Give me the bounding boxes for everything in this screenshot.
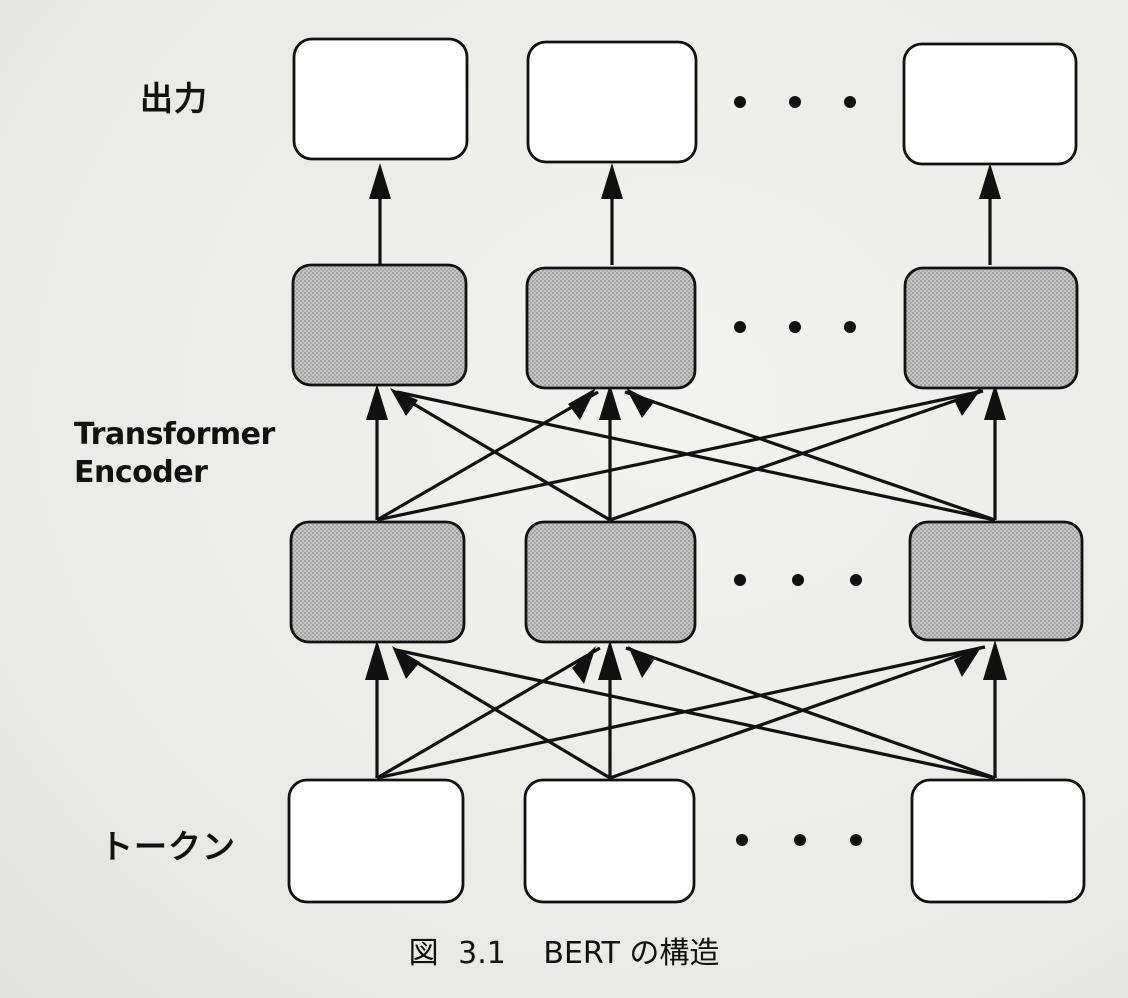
arrowhead-icon xyxy=(598,640,622,680)
diagram-page: 出力 Transformer Encoder トークン 図 3.1 BERT の… xyxy=(0,0,1128,998)
ellipsis-dot-icon xyxy=(734,574,746,586)
output-label: 出力 xyxy=(140,79,208,118)
caption-title: BERT の構造 xyxy=(543,936,720,971)
ellipsis-dot-icon xyxy=(792,574,804,586)
transformer-encoder-label: Transformer Encoder xyxy=(74,416,275,492)
edge-t2-e1c xyxy=(609,646,981,780)
edge-e1b-e2c xyxy=(609,390,981,522)
encoder-1-box-1 xyxy=(289,520,466,644)
encoder-2-box-2 xyxy=(525,266,697,390)
output-box-1 xyxy=(292,37,469,161)
caption-number: 3.1 xyxy=(458,936,506,971)
token-label: トークン xyxy=(100,827,236,866)
figure-caption: 図 3.1 BERT の構造 xyxy=(0,928,1128,972)
ellipsis-dot-icon xyxy=(794,834,806,846)
encoder-1-box-n xyxy=(908,520,1084,642)
arrowhead-icon xyxy=(601,163,623,199)
token-box-1 xyxy=(287,778,465,904)
ellipsis-dot-icon xyxy=(736,834,748,846)
arrowhead-icon xyxy=(365,640,389,680)
arrowhead-icon xyxy=(626,388,654,418)
connections-encoder2-to-output xyxy=(369,163,1001,265)
arrowhead-icon xyxy=(572,646,596,684)
output-box-2 xyxy=(526,40,698,164)
encoder-layer-1 xyxy=(289,520,1084,644)
arrowhead-icon xyxy=(979,163,1001,199)
caption-prefix: 図 xyxy=(408,936,439,971)
output-layer xyxy=(292,37,1078,166)
connections-token-to-encoder1 xyxy=(365,640,1007,780)
arrowhead-icon xyxy=(366,384,388,420)
encoder-layer-2 xyxy=(291,263,1079,390)
ellipsis-dot-icon xyxy=(844,321,856,333)
ellipsis-dot-icon xyxy=(734,96,746,108)
ellipsis-dot-icon xyxy=(734,321,746,333)
ellipsis-dot-icon xyxy=(789,96,801,108)
arrowhead-icon xyxy=(983,640,1007,680)
arrowhead-icon xyxy=(568,388,596,420)
ellipsis-dot-icon xyxy=(844,96,856,108)
output-box-n xyxy=(902,42,1078,166)
token-box-2 xyxy=(523,778,696,904)
ellipsis-dot-icon xyxy=(850,574,862,586)
encoder-2-box-n xyxy=(903,266,1079,390)
ellipsis-dot-icon xyxy=(789,321,801,333)
encoder-label-line2: Encoder xyxy=(74,455,208,490)
arrowhead-icon xyxy=(369,163,391,199)
token-box-n xyxy=(910,778,1086,904)
token-layer xyxy=(287,778,1086,904)
arrowhead-icon xyxy=(628,646,654,678)
encoder-label-line1: Transformer xyxy=(74,417,275,452)
encoder-1-box-2 xyxy=(524,520,697,644)
encoder-2-box-1 xyxy=(291,263,468,387)
ellipsis-dot-icon xyxy=(850,834,862,846)
arrowhead-icon xyxy=(954,388,982,416)
connections-encoder1-to-encoder2 xyxy=(366,384,1006,522)
